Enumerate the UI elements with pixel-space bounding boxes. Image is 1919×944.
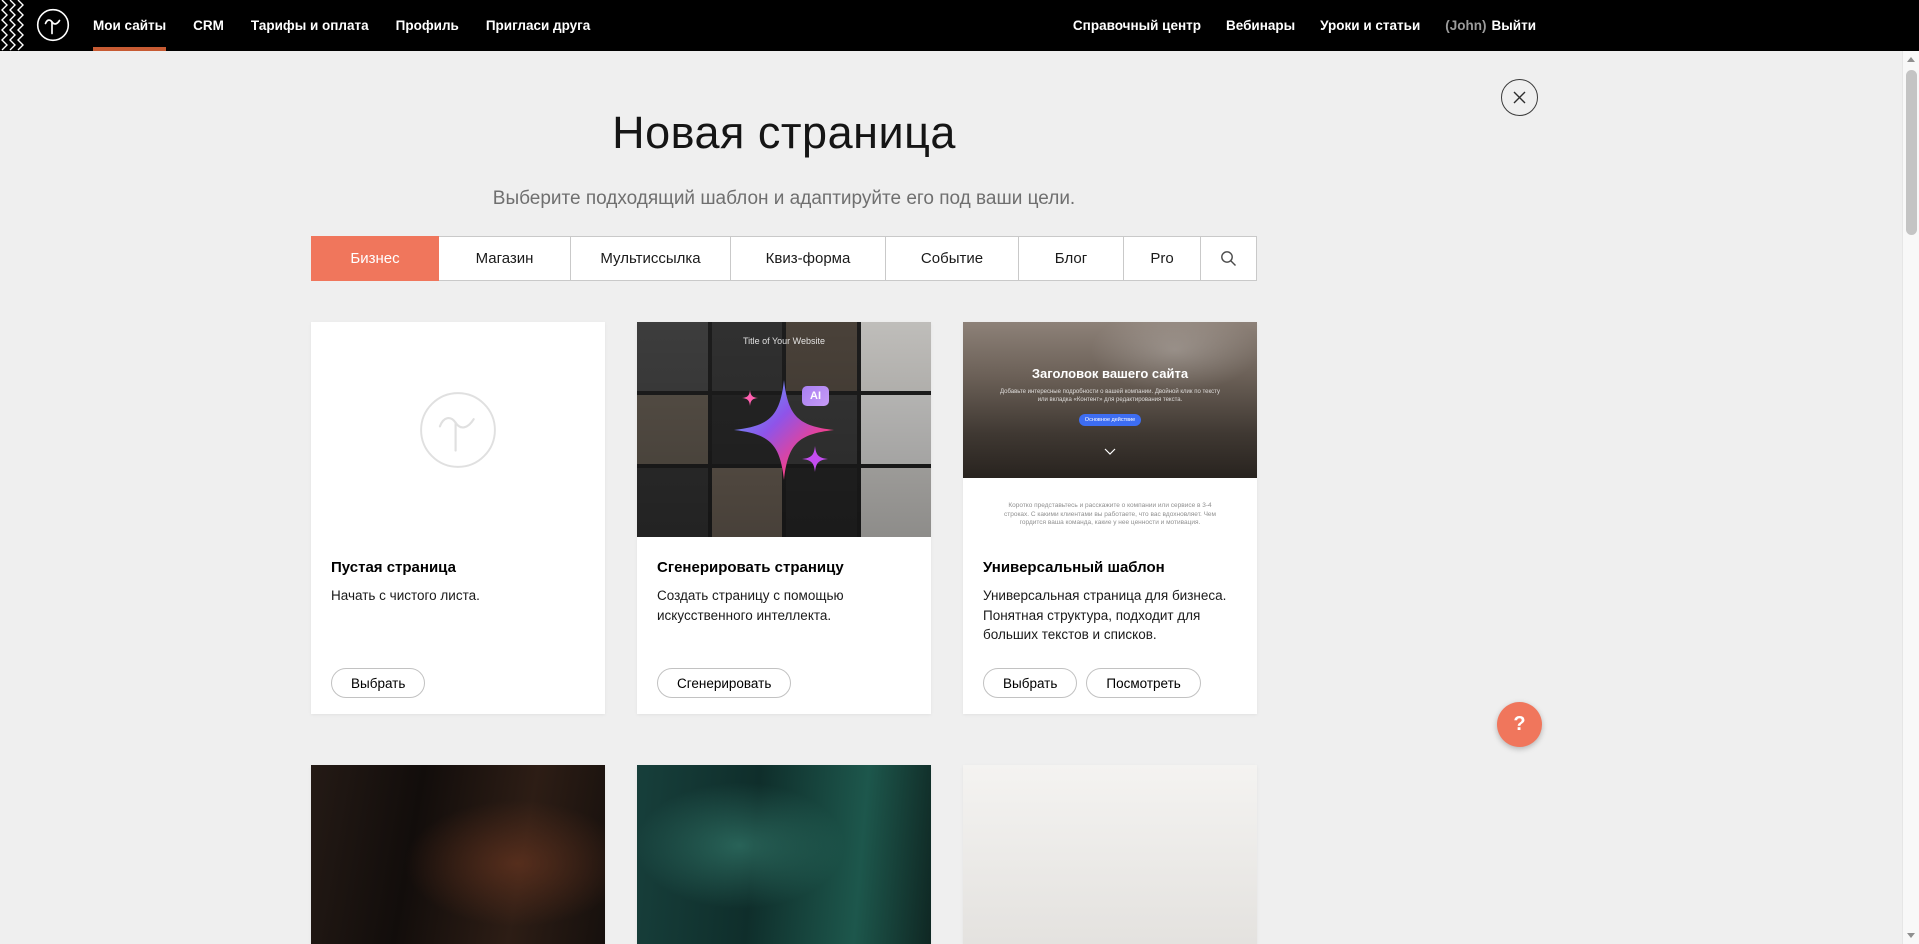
top-navigation-bar: Мои сайты CRM Тарифы и оплата Профиль Пр… [0,0,1919,51]
card-description: Создать страницу с помощью искусственног… [657,586,911,625]
close-button[interactable] [1501,79,1538,116]
choose-button[interactable]: Выбрать [983,668,1077,698]
template-card-ai-generate: Title of Your Website AI [637,322,931,714]
preview-paragraph: Коротко представьтесь и расскажите о ком… [1003,478,1218,528]
template-preview-partial-2[interactable] [637,765,931,944]
choose-button[interactable]: Выбрать [331,668,425,698]
nav-webinars[interactable]: Вебинары [1226,0,1295,51]
preview-text-section: Коротко представьтесь и расскажите о ком… [963,478,1257,537]
view-button[interactable]: Посмотреть [1086,668,1200,698]
tab-pro[interactable]: Pro [1124,236,1201,281]
tab-blog[interactable]: Блог [1019,236,1124,281]
tilda-logo[interactable] [36,8,70,42]
template-card-universal: Заголовок вашего сайта Добавьте интересн… [963,322,1257,714]
card-body: Универсальный шаблон Универсальная стран… [963,537,1257,645]
template-cards-row-2 [311,765,1257,944]
template-card-blank: Пустая страница Начать с чистого листа. … [311,322,605,714]
template-cards-row: Пустая страница Начать с чистого листа. … [311,322,1257,714]
page-title: Новая страница [0,107,1568,159]
user-logout[interactable]: (John) Выйти [1445,0,1536,51]
nav-profile[interactable]: Профиль [396,0,459,51]
user-name: (John) [1445,18,1486,33]
main-navigation: Мои сайты CRM Тарифы и оплата Профиль Пр… [93,0,590,51]
ai-template-preview[interactable]: Title of Your Website AI [637,322,931,537]
scrollbar-down-arrow[interactable] [1903,927,1919,944]
nav-my-sites[interactable]: Мои сайты [93,0,166,51]
nav-tariffs[interactable]: Тарифы и оплата [251,0,369,51]
preview-hero-subtitle: Добавьте интересные подробности о вашей … [996,388,1224,404]
card-title: Пустая страница [331,559,585,576]
card-description: Начать с чистого листа. [331,586,585,606]
nav-help-center[interactable]: Справочный центр [1073,0,1201,51]
help-button[interactable]: ? [1497,702,1542,747]
card-title: Универсальный шаблон [983,559,1237,576]
logout-link[interactable]: Выйти [1492,18,1537,33]
vertical-scrollbar[interactable] [1902,51,1919,944]
preview-hero-section: Заголовок вашего сайта Добавьте интересн… [963,322,1257,478]
secondary-navigation: Справочный центр Вебинары Уроки и статьи… [1073,0,1536,51]
tab-event[interactable]: Событие [886,236,1019,281]
close-icon [1512,90,1527,105]
preview-site-title: Title of Your Website [637,336,931,346]
ai-sparkle-icon [709,355,859,505]
template-category-tabs: Бизнес Магазин Мультиссылка Квиз-форма С… [311,236,1257,281]
scrollbar-up-arrow[interactable] [1903,51,1919,68]
tab-business[interactable]: Бизнес [311,236,439,281]
page-subtitle: Выберите подходящий шаблон и адаптируйте… [0,188,1568,210]
nav-lessons[interactable]: Уроки и статьи [1320,0,1420,51]
preview-hero-title: Заголовок вашего сайта [963,322,1257,381]
template-preview-partial-1[interactable] [311,765,605,944]
blank-template-preview[interactable] [311,322,605,537]
chevron-down-icon [1104,442,1116,460]
tab-multilink[interactable]: Мультиссылка [571,236,731,281]
card-actions: Выбрать [331,668,425,698]
ai-badge: AI [802,386,829,406]
generate-button[interactable]: Сгенерировать [657,668,791,698]
tab-quiz-form[interactable]: Квиз-форма [731,236,886,281]
app-window: Мои сайты CRM Тарифы и оплата Профиль Пр… [0,0,1919,944]
preview-cta-button: Основное действие [1079,414,1141,426]
card-actions: Сгенерировать [657,668,791,698]
card-body: Сгенерировать страницу Создать страницу … [637,537,931,625]
card-description: Универсальная страница для бизнеса. Поня… [983,586,1237,645]
scrollbar-thumb[interactable] [1906,70,1917,235]
nav-invite-friend[interactable]: Пригласи друга [486,0,590,51]
search-icon [1220,250,1237,267]
universal-template-preview[interactable]: Заголовок вашего сайта Добавьте интересн… [963,322,1257,537]
card-title: Сгенерировать страницу [657,559,911,576]
card-actions: Выбрать Посмотреть [983,668,1201,698]
tab-search[interactable] [1201,236,1257,281]
nav-crm[interactable]: CRM [193,0,224,51]
tilda-watermark-icon [417,389,499,471]
card-body: Пустая страница Начать с чистого листа. [311,537,605,606]
template-preview-partial-3[interactable] [963,765,1257,944]
tab-store[interactable]: Магазин [439,236,571,281]
zigzag-pattern-icon [0,0,27,51]
